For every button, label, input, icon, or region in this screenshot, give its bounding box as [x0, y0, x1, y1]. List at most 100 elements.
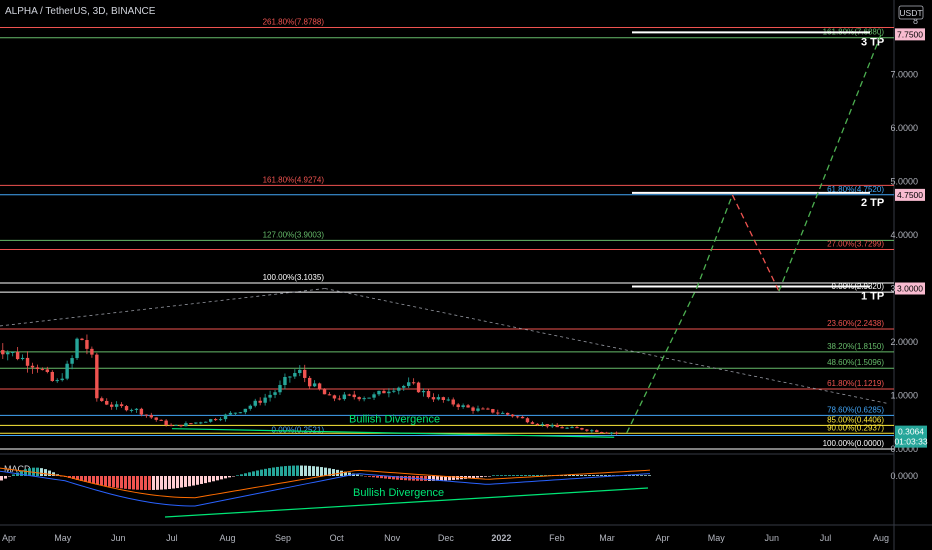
candle-body[interactable]: [258, 400, 262, 403]
candle-body[interactable]: [520, 416, 525, 419]
candle-body[interactable]: [595, 430, 599, 433]
candle-body[interactable]: [134, 408, 139, 410]
candle-body[interactable]: [129, 409, 134, 411]
candle-body[interactable]: [139, 408, 144, 415]
candle-body[interactable]: [362, 398, 366, 400]
candle-body[interactable]: [114, 404, 119, 407]
candle-body[interactable]: [213, 419, 218, 421]
candle-body[interactable]: [322, 389, 327, 395]
candle-body[interactable]: [441, 397, 446, 401]
candle-body[interactable]: [406, 382, 411, 386]
candle-body[interactable]: [6, 352, 10, 355]
candle-body[interactable]: [565, 427, 569, 429]
candle-body[interactable]: [30, 365, 35, 368]
candle-body[interactable]: [476, 408, 480, 411]
candle-body[interactable]: [491, 409, 495, 413]
candle-body[interactable]: [501, 412, 505, 414]
candle-body[interactable]: [550, 425, 554, 427]
candle-body[interactable]: [25, 357, 30, 366]
candle-body[interactable]: [446, 399, 450, 401]
candle-body[interactable]: [387, 391, 391, 394]
symbol-title[interactable]: ALPHA / TetherUS, 3D, BINANCE: [5, 6, 155, 17]
candle-body[interactable]: [40, 369, 45, 371]
candle-body[interactable]: [496, 412, 500, 414]
candle-body[interactable]: [530, 422, 535, 424]
candle-body[interactable]: [481, 408, 485, 410]
candle-body[interactable]: [288, 376, 292, 378]
candle-body[interactable]: [174, 424, 178, 426]
candle-body[interactable]: [228, 412, 233, 415]
candle-body[interactable]: [352, 394, 356, 398]
candle-body[interactable]: [90, 348, 94, 355]
candle-body[interactable]: [15, 351, 20, 360]
candle-body[interactable]: [303, 369, 307, 378]
candle-body[interactable]: [35, 367, 40, 370]
candle-body[interactable]: [273, 392, 277, 395]
candle-body[interactable]: [45, 369, 50, 372]
candle-body[interactable]: [570, 427, 574, 429]
candle-body[interactable]: [248, 405, 252, 409]
candle-body[interactable]: [1, 350, 5, 355]
candle-body[interactable]: [580, 428, 584, 430]
candle-body[interactable]: [525, 418, 530, 423]
candle-body[interactable]: [382, 390, 386, 394]
candle-body[interactable]: [411, 382, 416, 384]
candle-body[interactable]: [75, 338, 79, 359]
candle-body[interactable]: [317, 383, 322, 390]
candle-body[interactable]: [357, 397, 361, 400]
candle-body[interactable]: [194, 422, 198, 424]
candle-body[interactable]: [70, 358, 74, 364]
candle-body[interactable]: [189, 423, 193, 425]
candle-body[interactable]: [293, 373, 297, 377]
candle-body[interactable]: [505, 412, 510, 415]
candle-body[interactable]: [283, 376, 287, 386]
candle-body[interactable]: [515, 416, 520, 418]
candle-body[interactable]: [80, 338, 84, 341]
candle-body[interactable]: [466, 405, 470, 408]
candle-body[interactable]: [164, 420, 168, 426]
candle-body[interactable]: [510, 414, 515, 417]
candle-body[interactable]: [436, 397, 441, 400]
candle-body[interactable]: [263, 397, 267, 403]
candle-body[interactable]: [535, 423, 540, 425]
candle-body[interactable]: [20, 357, 25, 360]
candle-body[interactable]: [179, 424, 183, 427]
candle-body[interactable]: [233, 412, 238, 414]
candle-body[interactable]: [144, 414, 149, 416]
candle-body[interactable]: [154, 417, 158, 420]
candle-body[interactable]: [456, 404, 460, 408]
candle-body[interactable]: [377, 390, 381, 395]
candle-body[interactable]: [105, 400, 109, 405]
candle-body[interactable]: [55, 380, 59, 382]
candle-body[interactable]: [471, 407, 475, 411]
candle-body[interactable]: [204, 421, 208, 423]
candle-body[interactable]: [50, 371, 54, 381]
candle-body[interactable]: [609, 432, 614, 434]
candle-body[interactable]: [312, 383, 317, 387]
candle-body[interactable]: [119, 404, 124, 407]
candle-body[interactable]: [426, 391, 431, 398]
candle-body[interactable]: [10, 351, 15, 353]
candle-body[interactable]: [100, 398, 104, 401]
candle-body[interactable]: [65, 363, 69, 379]
candle-body[interactable]: [560, 427, 564, 429]
candle-body[interactable]: [431, 397, 436, 400]
candle-body[interactable]: [337, 398, 342, 400]
candle-body[interactable]: [600, 432, 604, 434]
candle-body[interactable]: [585, 429, 589, 431]
candle-body[interactable]: [347, 394, 351, 396]
candle-body[interactable]: [327, 394, 332, 396]
candle-body[interactable]: [199, 422, 203, 424]
candle-body[interactable]: [416, 382, 421, 393]
candle-body[interactable]: [545, 424, 549, 427]
candle-body[interactable]: [223, 414, 228, 420]
candle-body[interactable]: [575, 427, 579, 429]
candle-body[interactable]: [397, 387, 401, 391]
candle-body[interactable]: [278, 385, 282, 393]
candle-body[interactable]: [451, 399, 455, 405]
candle-body[interactable]: [540, 424, 545, 426]
candle-body[interactable]: [421, 391, 426, 393]
candle-body[interactable]: [614, 432, 619, 434]
candle-body[interactable]: [238, 412, 243, 414]
candle-body[interactable]: [342, 394, 347, 400]
